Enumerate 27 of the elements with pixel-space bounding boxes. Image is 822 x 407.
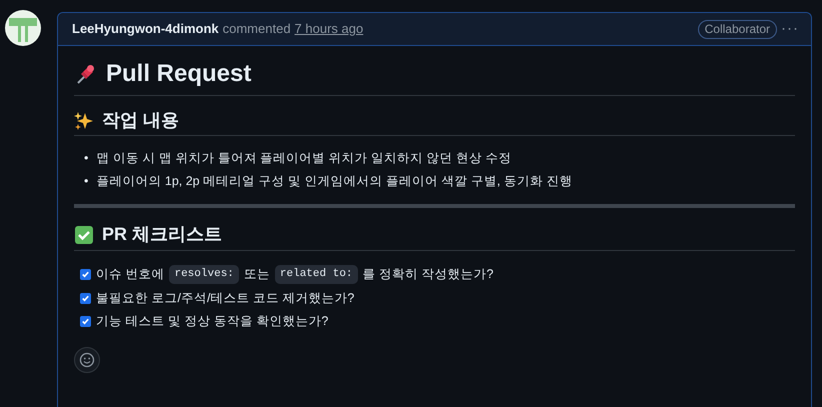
checkbox[interactable] [80, 316, 91, 328]
smiley-icon [79, 352, 95, 368]
avatar-icon [5, 10, 41, 46]
role-label: Collaborator [698, 20, 777, 38]
check-mark-icon [74, 225, 94, 246]
checklist-text: 또는 [244, 266, 270, 283]
action-text: commented [222, 20, 291, 38]
list-item: 플레이어의 1p, 2p 메테리얼 구성 및 인게임에서의 플레이어 색깔 구별, 동기화 진행 [96, 172, 572, 190]
checklist-text: 를 정확히 작성했는가? [362, 266, 494, 283]
timestamp-link[interactable]: 7 hours ago [294, 19, 364, 39]
section-heading: 작업 내용 [102, 110, 180, 132]
page-heading: Pull Request [106, 60, 252, 89]
inline-code: resolves: [169, 265, 239, 284]
section-heading: PR 체크리스트 [102, 224, 222, 246]
checklist-text: 기능 테스트 및 정상 동작을 확인했는가? [96, 313, 328, 330]
inline-code: related to: [274, 265, 358, 284]
add-reaction-button[interactable] [74, 347, 100, 374]
author-link[interactable]: LeeHyungwon-4dimonk [72, 19, 219, 39]
bullet-icon: • [84, 172, 88, 190]
checklist-text: 이슈 번호에 [96, 266, 164, 283]
checklist-text: 불필요한 로그/주석/테스트 코드 제거했는가? [96, 290, 354, 307]
checkbox[interactable] [80, 292, 91, 304]
more-button[interactable]: ··· [777, 18, 799, 40]
sparkles-icon [74, 110, 94, 131]
checkbox[interactable] [80, 268, 91, 280]
list-item: 맵 이동 시 맵 위치가 틀어져 플레이어별 위치가 일치하지 않던 현상 수정 [96, 150, 512, 168]
bullet-icon: • [84, 150, 88, 168]
